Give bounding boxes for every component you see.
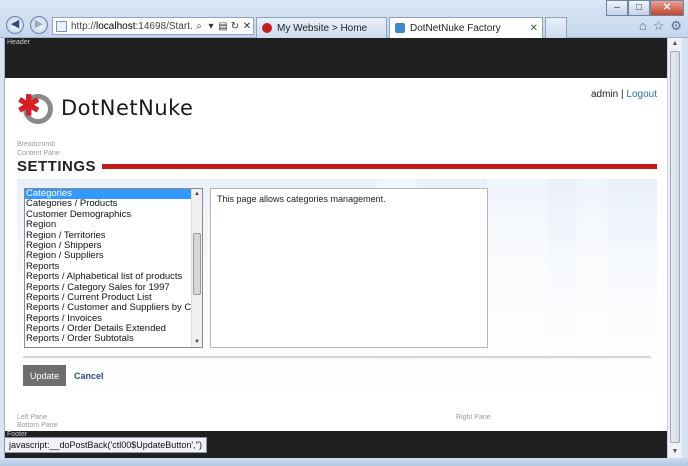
- toolbar-icons: ⌂ ☆ ⚙: [639, 18, 682, 34]
- logout-link[interactable]: Logout: [626, 89, 657, 100]
- url-scheme: http://: [71, 20, 97, 32]
- page-scroll-up-icon[interactable]: ▲: [669, 38, 681, 50]
- header-pane: Header: [5, 38, 667, 78]
- listbox-scroll-thumb[interactable]: [193, 233, 201, 295]
- category-option[interactable]: Region: [25, 219, 192, 230]
- dnn-logo-icon: ✱: [17, 88, 57, 128]
- address-url[interactable]: http://localhost:14698/Start.aspx: [71, 21, 193, 32]
- tab-my-website[interactable]: My Website > Home: [256, 17, 387, 38]
- update-button[interactable]: Update: [23, 365, 66, 386]
- page-scroll-down-icon[interactable]: ▼: [669, 446, 681, 458]
- stop-icon[interactable]: ✕: [241, 21, 253, 32]
- right-pane-label: Right Pane: [456, 414, 491, 421]
- scroll-up-icon[interactable]: ▲: [192, 189, 202, 199]
- category-option[interactable]: Reports / Order Subtotals: [25, 334, 192, 345]
- description-panel: This page allows categories management.: [210, 188, 488, 348]
- browser-chrome: – □ ✕ ◀ ▶ http://localhost:14698/Start.a…: [0, 0, 688, 38]
- bottom-pane-label: Bottom Pane: [17, 422, 58, 429]
- page-viewport: Header ✱ DotNetNuke admin | Logout Bread…: [4, 38, 667, 458]
- search-icon[interactable]: ⌕: [193, 21, 205, 32]
- dropdown-icon[interactable]: ▾: [205, 21, 217, 32]
- title-rule: [102, 163, 657, 169]
- refresh-icon[interactable]: ↻: [229, 21, 241, 32]
- header-pane-label: Header: [7, 39, 30, 46]
- page-scrollbar[interactable]: ▲ ▼: [667, 38, 682, 458]
- categories-items: Categories Categories / Products Customer …: [25, 189, 201, 345]
- favorites-star-icon[interactable]: ☆: [653, 18, 665, 34]
- home-icon[interactable]: ⌂: [639, 18, 647, 34]
- left-pane-label: Left Pane: [17, 414, 47, 421]
- dnn-favicon-icon: [262, 23, 272, 33]
- page-icon: [56, 20, 67, 32]
- tab-close-icon[interactable]: ✕: [530, 23, 538, 34]
- url-path: :14698/Start.aspx: [135, 20, 193, 32]
- categories-listbox[interactable]: Categories Categories / Products Customer …: [24, 188, 203, 348]
- back-button[interactable]: ◀: [6, 16, 24, 34]
- minimize-icon[interactable]: –: [606, 0, 628, 16]
- window-controls: – □ ✕: [606, 0, 684, 16]
- cancel-link[interactable]: Cancel: [74, 371, 104, 381]
- description-text: This page allows categories management.: [217, 194, 386, 204]
- address-bar[interactable]: http://localhost:14698/Start.aspx ⌕ ▾ ▤ …: [52, 17, 254, 35]
- url-host: localhost: [96, 20, 136, 32]
- page-favicon-icon: [395, 23, 405, 33]
- page-title-row: SETTINGS: [17, 157, 657, 175]
- status-bar-text: javascript:__doPostBack('ctl00$UpdateBut…: [4, 437, 207, 453]
- compat-view-icon[interactable]: ▤: [217, 21, 229, 32]
- tab-label: DotNetNuke Factory: [410, 22, 501, 34]
- content-pane-label: Content Pane: [17, 150, 60, 157]
- user-links: admin | Logout: [591, 89, 657, 100]
- maximize-icon[interactable]: □: [628, 0, 650, 16]
- listbox-scrollbar[interactable]: ▲ ▼: [191, 189, 202, 347]
- gear-icon[interactable]: ⚙: [670, 18, 682, 34]
- page-title: SETTINGS: [17, 157, 97, 175]
- close-icon[interactable]: ✕: [650, 0, 684, 16]
- window-frame-bottom: [0, 458, 688, 466]
- tab-label: My Website > Home: [277, 22, 368, 34]
- category-option[interactable]: Reports / Alphabetical list of products: [25, 271, 192, 282]
- tab-dotnetnuke-factory[interactable]: DotNetNuke Factory ✕: [389, 17, 543, 38]
- user-links-separator: |: [621, 89, 624, 100]
- user-name-link[interactable]: admin: [591, 89, 618, 100]
- new-tab-button[interactable]: [545, 17, 567, 38]
- logo-text: DotNetNuke: [61, 96, 194, 120]
- breadcrumb: Breadcrumb: [17, 141, 56, 148]
- settings-panel: Categories Categories / Products Customer …: [17, 179, 657, 399]
- scroll-down-icon[interactable]: ▼: [192, 337, 202, 347]
- forward-button[interactable]: ▶: [30, 16, 48, 34]
- site-logo[interactable]: ✱ DotNetNuke: [17, 88, 193, 128]
- page-scroll-thumb[interactable]: [670, 51, 680, 443]
- form-divider: [23, 356, 651, 359]
